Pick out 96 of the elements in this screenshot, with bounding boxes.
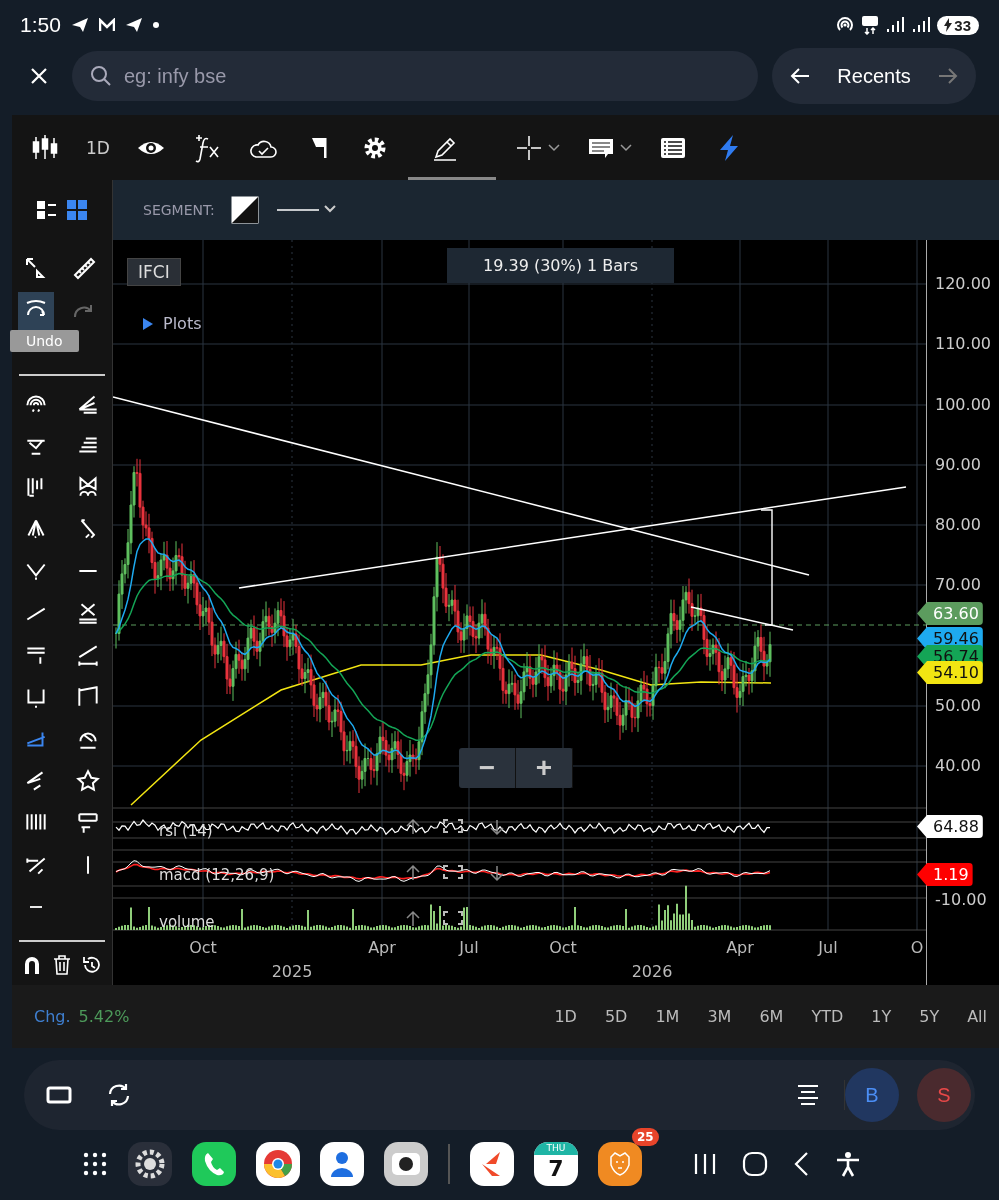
paper-plane-icon: [124, 17, 143, 33]
app-grid-icon[interactable]: [82, 1151, 108, 1177]
caret-icon: [619, 143, 632, 152]
status-time: 1:50: [20, 13, 61, 37]
list-view-button[interactable]: [36, 199, 58, 221]
battery-indicator: 33: [937, 15, 979, 35]
price-axis-label: 120.00: [935, 274, 991, 293]
price-axis-label: -10.00: [935, 890, 987, 909]
frame-icon: [75, 810, 101, 836]
grid-view-icon: [66, 199, 88, 221]
up-arrow-icon[interactable]: [406, 818, 420, 835]
notification-badge: 25: [632, 1128, 659, 1146]
range-button[interactable]: YTD: [799, 1003, 856, 1030]
dot-icon: [152, 22, 159, 28]
range-button[interactable]: 3M: [695, 1003, 744, 1030]
recents-label[interactable]: Recents: [837, 64, 911, 88]
zoom-out-button[interactable]: −: [459, 748, 516, 788]
segment-label: SEGMENT:: [143, 202, 215, 218]
date-axis-label: Oct: [549, 938, 577, 957]
network-icon: [861, 15, 880, 35]
price-axis-label: 100.00: [935, 395, 991, 414]
rectangle-icon[interactable]: [46, 1085, 72, 1105]
expand-icon[interactable]: [443, 865, 463, 879]
date-axis-label: Oct: [189, 938, 217, 957]
price-tag: 1.19: [917, 863, 973, 886]
reset-icon[interactable]: [81, 954, 103, 976]
triangle-icon: [143, 317, 153, 330]
short-line-icon: [29, 904, 43, 910]
range-button[interactable]: 5D: [592, 1003, 640, 1030]
plots-toggle[interactable]: Plots: [143, 314, 202, 333]
change-label: Chg.: [34, 1007, 71, 1026]
camera-app-icon[interactable]: [384, 1142, 428, 1186]
year-axis-label: 2025: [271, 962, 313, 981]
year-axis-label: 2026: [631, 962, 673, 981]
ruler-icon: [71, 255, 97, 281]
price-tag: 63.60: [917, 602, 983, 625]
price-axis-label: 90.00: [935, 455, 981, 474]
price-tag: 64.88: [917, 815, 983, 838]
signal-icon: [911, 16, 932, 34]
date-axis-label: Apr: [726, 938, 754, 957]
date-axis-label: Jul: [459, 938, 479, 957]
indicator-label: volume: [159, 914, 215, 930]
paper-plane-icon: [70, 17, 89, 33]
buy-button[interactable]: B: [845, 1068, 899, 1122]
down-arrow-icon[interactable]: [490, 819, 504, 836]
accessibility-icon[interactable]: [834, 1150, 862, 1178]
grid-view-button[interactable]: [66, 199, 88, 221]
search-icon: [90, 65, 112, 87]
tiger-app-icon[interactable]: [598, 1142, 642, 1186]
up-arrow-icon[interactable]: [406, 864, 420, 881]
phone-app-icon[interactable]: [192, 1142, 236, 1186]
price-axis-label: 50.00: [935, 696, 981, 715]
measurement-label: 19.39 (30%) 1 Bars: [447, 248, 674, 283]
signal-icon: [885, 16, 906, 34]
price-axis-label: 40.00: [935, 756, 981, 775]
forward-arrow-icon[interactable]: [938, 67, 958, 85]
range-button[interactable]: 1Y: [859, 1003, 904, 1030]
price-axis-label: 80.00: [935, 515, 981, 534]
caret-icon: [547, 143, 560, 152]
interval-button[interactable]: 1D: [78, 115, 118, 180]
star-icon: [75, 768, 101, 794]
range-button[interactable]: 6M: [747, 1003, 796, 1030]
calendar-app-icon[interactable]: THU 7: [534, 1142, 578, 1186]
down-arrow-icon[interactable]: [490, 865, 504, 882]
price-axis-label: 110.00: [935, 334, 991, 353]
change-value: 5.42%: [78, 1007, 130, 1026]
range-button[interactable]: 5Y: [907, 1003, 952, 1030]
list-view-icon: [36, 199, 58, 221]
color-swatch-icon[interactable]: [230, 196, 259, 224]
range-button[interactable]: 1D: [542, 1003, 589, 1030]
expand-icon[interactable]: [443, 911, 463, 925]
indicator-label: rsi (14): [159, 823, 213, 839]
person-app-icon[interactable]: [320, 1142, 364, 1186]
symbol-label: IFCI: [127, 258, 181, 286]
date-axis-label: Apr: [368, 938, 396, 957]
undo-button[interactable]: [18, 292, 54, 332]
up-arrow-icon[interactable]: [406, 910, 420, 927]
price-axis-label: 70.00: [935, 575, 981, 594]
align-center-icon[interactable]: [796, 1084, 820, 1106]
back-arrow-icon[interactable]: [790, 67, 810, 85]
date-axis-label: O: [910, 938, 924, 957]
trash-icon[interactable]: [51, 954, 73, 976]
price-tag: 54.10: [917, 661, 983, 684]
browser-app-icon[interactable]: [256, 1142, 300, 1186]
m-letter-icon: [98, 18, 115, 32]
range-button[interactable]: All: [955, 1003, 999, 1030]
range-button[interactable]: 1M: [643, 1003, 692, 1030]
chevron-app-icon[interactable]: [470, 1142, 514, 1186]
refresh-icon[interactable]: [106, 1082, 132, 1108]
undo-tooltip: Undo: [10, 330, 79, 352]
search-field[interactable]: eg: infy bse: [72, 51, 758, 101]
gear-app-icon[interactable]: [128, 1142, 172, 1186]
home-icon[interactable]: [740, 1149, 770, 1179]
date-axis-label: Jul: [818, 938, 838, 957]
expand-icon[interactable]: [443, 819, 463, 833]
zoom-in-button[interactable]: +: [516, 748, 573, 788]
